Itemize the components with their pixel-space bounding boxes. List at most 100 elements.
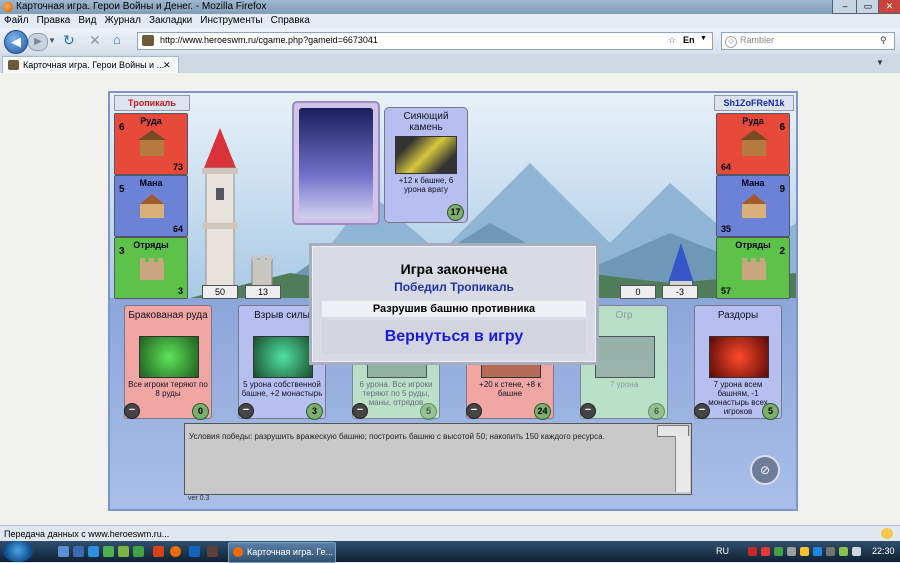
log-scrollbar[interactable] bbox=[675, 436, 690, 492]
resource-level: 3 bbox=[119, 246, 125, 257]
resource-level: 6 bbox=[779, 122, 785, 133]
discard-button[interactable]: − bbox=[238, 403, 254, 419]
minimize-button[interactable]: – bbox=[832, 0, 858, 14]
firefox-icon bbox=[233, 547, 243, 557]
resource-level: 9 bbox=[779, 184, 785, 195]
forward-button[interactable]: ▶ bbox=[28, 33, 48, 51]
discard-button[interactable]: − bbox=[124, 403, 140, 419]
quicklaunch-icon[interactable] bbox=[103, 546, 114, 557]
tray-icon[interactable] bbox=[813, 547, 822, 556]
bookmark-star-icon[interactable]: ☆ bbox=[668, 35, 676, 46]
game-board: Тропикаль Sh1ZoFReN1k Руда 6 73 Мана 5 6… bbox=[108, 91, 798, 511]
show-desktop-icon[interactable] bbox=[58, 546, 69, 557]
sound-toggle-icon[interactable]: ⊘ bbox=[750, 455, 780, 485]
search-icon[interactable]: ⚲ bbox=[880, 35, 887, 46]
tab-title: Карточная игра. Герои Войны и ... bbox=[23, 60, 165, 70]
mine-icon bbox=[739, 130, 769, 158]
tray-icon[interactable] bbox=[787, 547, 796, 556]
ie-icon[interactable] bbox=[88, 546, 99, 557]
lang-indicator: En bbox=[683, 35, 695, 45]
network-icon[interactable] bbox=[839, 547, 848, 556]
home-icon[interactable]: ⌂ bbox=[113, 32, 121, 47]
version-label: ver 0.3 bbox=[188, 495, 210, 502]
quicklaunch-icon[interactable] bbox=[118, 546, 129, 557]
menu-edit[interactable]: Правка bbox=[33, 14, 75, 28]
menu-history[interactable]: Журнал bbox=[100, 14, 145, 28]
resource-name: Руда bbox=[742, 116, 764, 126]
tab-active[interactable]: Карточная игра. Герои Войны и ... ✕ bbox=[2, 56, 179, 74]
firefox-quicklaunch-icon[interactable] bbox=[170, 546, 181, 557]
close-button[interactable]: ✕ bbox=[878, 0, 900, 14]
hand-card[interactable]: Раздоры 7 урона всем башням, -1 монастыр… bbox=[694, 305, 782, 419]
input-language[interactable]: RU bbox=[716, 546, 729, 556]
played-card-desc: +12 к башне, 6 урона врагу bbox=[398, 176, 454, 194]
resource-amount: 57 bbox=[721, 286, 732, 296]
menu-tools[interactable]: Инструменты bbox=[196, 14, 266, 28]
clock[interactable]: 22:30 bbox=[872, 546, 895, 556]
history-dropdown-icon[interactable]: ▼ bbox=[48, 36, 56, 45]
barracks-icon bbox=[137, 254, 167, 282]
resource-name: Мана bbox=[139, 178, 163, 188]
played-card-name: Сияющий камень bbox=[403, 111, 449, 133]
quicklaunch-icon[interactable] bbox=[153, 546, 164, 557]
tab-favicon bbox=[8, 60, 19, 70]
discard-button[interactable]: − bbox=[466, 403, 482, 419]
tray-icon[interactable] bbox=[774, 547, 783, 556]
tray-icon[interactable] bbox=[800, 547, 809, 556]
resource-amount: 35 bbox=[721, 224, 732, 234]
stop-icon[interactable]: ✕ bbox=[89, 32, 101, 49]
menu-file[interactable]: Файл bbox=[0, 14, 33, 28]
resource-level: 6 bbox=[119, 122, 125, 133]
hand-card-desc: 7 урона bbox=[609, 380, 639, 389]
tab-list-icon[interactable]: ▼ bbox=[876, 58, 884, 67]
tray-icon[interactable] bbox=[761, 547, 770, 556]
reload-icon[interactable]: ↻ bbox=[63, 32, 75, 49]
quicklaunch-icon[interactable] bbox=[73, 546, 84, 557]
taskbar-firefox-task[interactable]: Карточная игра. Ге... bbox=[228, 542, 336, 563]
right-wall-height: -3 bbox=[662, 285, 698, 299]
search-engine-icon[interactable]: ◇ bbox=[725, 36, 737, 48]
address-bar[interactable]: http://www.heroeswm.ru/cgame.php?gameid=… bbox=[137, 32, 713, 50]
resource-amount: 3 bbox=[177, 286, 183, 296]
played-card-cost: 17 bbox=[447, 204, 464, 221]
resource-amount: 64 bbox=[721, 162, 732, 172]
url-dropdown-icon[interactable]: ▼ bbox=[700, 35, 707, 42]
discard-button[interactable]: − bbox=[580, 403, 596, 419]
menu-bookmarks[interactable]: Закладки bbox=[145, 14, 196, 28]
game-log: Условия победы: разрушить вражескую башн… bbox=[184, 423, 692, 495]
menu-help[interactable]: Справка bbox=[267, 14, 314, 28]
resource-amount: 64 bbox=[172, 224, 183, 234]
discard-button[interactable]: − bbox=[694, 403, 710, 419]
left-tower bbox=[198, 128, 242, 288]
quicklaunch-icon[interactable] bbox=[189, 546, 200, 557]
right-tower bbox=[666, 243, 696, 288]
log-text: Условия победы: разрушить вражескую башн… bbox=[189, 432, 605, 441]
start-button[interactable] bbox=[3, 541, 33, 562]
castle-illustration bbox=[299, 108, 373, 218]
hand-card-name: Раздоры bbox=[717, 310, 759, 321]
card-cost: 0 bbox=[192, 403, 209, 420]
resource-level: 5 bbox=[119, 184, 125, 195]
hand-card-art bbox=[709, 336, 769, 378]
status-text: Передача данных с www.heroeswm.ru... bbox=[4, 529, 170, 539]
addon-icon[interactable] bbox=[881, 528, 893, 539]
dialog-title: Игра закончена bbox=[400, 261, 508, 277]
quicklaunch-icon[interactable] bbox=[207, 546, 218, 557]
tray-icon[interactable] bbox=[826, 547, 835, 556]
played-card-art bbox=[395, 136, 457, 174]
discard-button[interactable]: − bbox=[352, 403, 368, 419]
volume-icon[interactable] bbox=[852, 547, 861, 556]
quicklaunch-icon[interactable] bbox=[133, 546, 144, 557]
maximize-button[interactable]: ▭ bbox=[856, 0, 880, 14]
navigation-toolbar: ◀ ▶ ▼ ↻ ✕ ⌂ http://www.heroeswm.ru/cgame… bbox=[0, 28, 900, 55]
barracks-icon bbox=[739, 254, 769, 282]
tab-close-icon[interactable]: ✕ bbox=[163, 60, 171, 71]
tray-icon[interactable] bbox=[748, 547, 757, 556]
hand-card[interactable]: Бракованая руда Все игроки теряют по 8 р… bbox=[124, 305, 212, 419]
card-cost: 5 bbox=[420, 403, 437, 420]
search-input[interactable]: ◇ Rambler ⚲ bbox=[721, 32, 895, 50]
return-to-game-button[interactable]: Вернуться в игру bbox=[322, 320, 586, 354]
back-button[interactable]: ◀ bbox=[4, 30, 28, 54]
left-mana-card: Мана 5 64 bbox=[114, 175, 188, 237]
menu-view[interactable]: Вид bbox=[74, 14, 100, 28]
